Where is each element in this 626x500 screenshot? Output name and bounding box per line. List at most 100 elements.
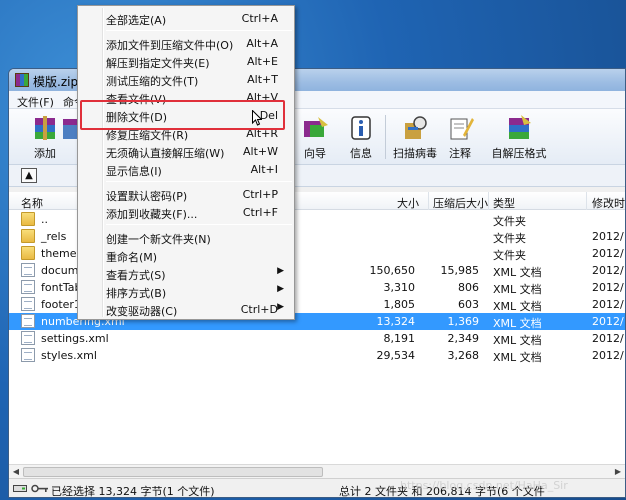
add-button-label: 添加 [34,147,56,160]
column-size[interactable]: 大小 [397,195,419,211]
file-type: XML 文档 [493,283,542,296]
xml-file-icon [21,348,35,362]
file-packed-size: 2,349 [447,332,480,345]
file-packed-size: 806 [458,281,479,294]
file-modified: 2012/ [592,349,624,362]
menu-item-shortcut: Alt+I [250,163,278,176]
menu-item-label: 添加文件到压缩文件中(O) [106,39,234,52]
menu-item-label: 创建一个新文件夹(N) [106,233,211,246]
table-row[interactable]: styles.xml 29,534 3,268 XML 文档 2012/ [9,347,625,364]
info-button-label: 信息 [350,147,372,160]
up-arrow-icon: ▲ [25,170,33,181]
file-name: settings.xml [41,332,109,345]
menu-item[interactable]: 添加到收藏夹(F)... Ctrl+F [80,203,292,221]
file-name: theme [41,247,77,260]
menu-item[interactable]: 显示信息(I) Alt+I [80,160,292,178]
menu-item-label: 测试压缩的文件(T) [106,75,199,88]
menu-item-label: 显示信息(I) [106,165,162,178]
menu-item[interactable]: 无须确认直接解压缩(W) Alt+W [80,142,292,160]
menu-item[interactable]: 全部选定(A) Ctrl+A [80,9,292,27]
file-type: XML 文档 [493,266,542,279]
menu-item[interactable]: 排序方式(B) ▶ [80,282,292,300]
context-menu: 全部选定(A) Ctrl+A 添加文件到压缩文件中(O) Alt+A 解压到指定文件夹(… [77,5,295,320]
column-separator [586,192,587,210]
menu-item-label: 改变驱动器(C) [106,305,178,318]
sfx-button[interactable]: 自解压格式 [479,111,559,161]
menu-item-label: 无须确认直接解压缩(W) [106,147,225,160]
status-selected: 已经选择 13,324 字节(1 个文件) [51,485,215,498]
menu-item[interactable]: 查看文件(V) Alt+V [80,88,292,106]
wizard-icon [304,117,328,137]
file-packed-size: 3,268 [447,349,480,362]
column-modified[interactable]: 修改时 [592,195,625,211]
file-name: .. [41,213,48,226]
up-folder-button[interactable]: ▲ [21,168,37,183]
menu-item[interactable]: 解压到指定文件夹(E) Alt+E [80,52,292,70]
xml-file-icon [21,314,35,328]
file-size: 150,650 [369,264,416,277]
menu-item-shortcut: Del [259,109,278,122]
menu-item-shortcut: Ctrl+D [240,303,278,316]
menu-item[interactable]: 添加文件到压缩文件中(O) Alt+A [80,34,292,52]
scroll-right-icon[interactable]: ▶ [612,466,624,478]
column-separator [428,192,429,210]
horizontal-scrollbar[interactable]: ◀ ▶ [9,464,625,478]
info-icon [351,116,371,140]
menu-item-label: 排序方式(B) [106,287,167,300]
file-type: XML 文档 [493,300,542,313]
menu-item[interactable]: 重命名(M) [80,246,292,264]
menu-item-shortcut: Ctrl+F [242,206,278,219]
scroll-left-icon[interactable]: ◀ [10,466,22,478]
winrar-app-icon [15,73,29,87]
menu-separator [106,224,292,225]
file-type: 文件夹 [493,232,526,245]
scan-virus-icon [405,116,427,139]
file-packed-size: 603 [458,298,479,311]
comment-icon [450,118,474,140]
column-packed-size[interactable]: 压缩后大小 [433,195,488,211]
watermark: https://blog.csdn.net/HaHa_Sir [400,479,568,492]
menu-item-label: 全部选定(A) [106,14,167,27]
menu-file[interactable]: 文件(F) [17,94,54,110]
menu-item-shortcut: Alt+R [246,127,278,140]
menu-item[interactable]: 改变驱动器(C) Ctrl+D ▶ [80,300,292,318]
menu-item-shortcut: Alt+V [246,91,278,104]
menu-separator [106,30,292,31]
menu-item[interactable]: 创建一个新文件夹(N) [80,228,292,246]
menu-item-label: 设置默认密码(P) [106,190,188,203]
scrollbar-thumb[interactable] [23,467,323,477]
xml-file-icon [21,280,35,294]
file-name: _rels [41,230,67,243]
menu-item[interactable]: 修复压缩文件(R) Alt+R [80,124,292,142]
info-button[interactable]: 信息 [331,111,391,161]
menu-item-shortcut: Ctrl+P [242,188,278,201]
file-modified: 2012/ [592,230,624,243]
table-row[interactable]: settings.xml 8,191 2,349 XML 文档 2012/ [9,330,625,347]
xml-file-icon [21,331,35,345]
column-type[interactable]: 类型 [493,195,515,211]
menu-item-shortcut: Ctrl+A [241,12,278,25]
file-size: 29,534 [376,349,416,362]
file-modified: 2012/ [592,247,624,260]
submenu-arrow-icon: ▶ [277,302,284,312]
menu-item[interactable]: 测试压缩的文件(T) Alt+T [80,70,292,88]
submenu-arrow-icon: ▶ [277,266,284,276]
sfx-icon [509,115,531,139]
xml-file-icon [21,263,35,277]
menu-item[interactable]: 查看方式(S) ▶ [80,264,292,282]
file-modified: 2012/ [592,298,624,311]
menu-item-shortcut: Alt+A [246,37,278,50]
comment-button-label: 注释 [449,147,471,160]
menu-item-shortcut: Alt+W [243,145,278,158]
menu-item[interactable]: 设置默认密码(P) Ctrl+P [80,185,292,203]
file-packed-size: 15,985 [440,264,480,277]
menu-item-label: 查看方式(S) [106,269,166,282]
file-modified: 2012/ [592,264,624,277]
column-name[interactable]: 名称 [21,195,43,211]
menu-item-label: 重命名(M) [106,251,158,264]
file-modified: 2012/ [592,281,624,294]
folder-icon [21,212,35,226]
folder-icon [21,246,35,260]
file-name: styles.xml [41,349,97,362]
add-archive-icon [35,116,55,140]
